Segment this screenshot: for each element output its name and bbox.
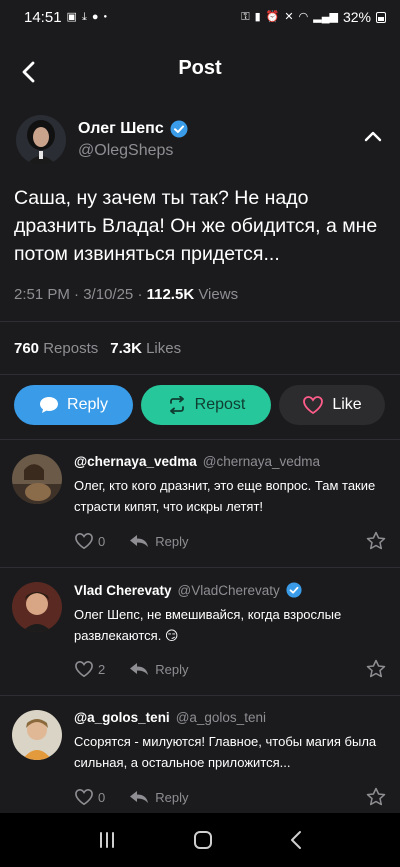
comment-reply-label: Reply bbox=[155, 661, 189, 677]
comment-text: Ссорятся - милуются! Главное, чтобы маги… bbox=[74, 734, 377, 770]
reply-label: Reply bbox=[67, 396, 108, 413]
heart-icon bbox=[75, 660, 93, 678]
commenter-handle: @chernaya_vedma bbox=[202, 454, 321, 469]
repost-icon bbox=[169, 396, 184, 414]
star-icon[interactable] bbox=[366, 787, 386, 807]
comment-actions: 0 Reply bbox=[74, 787, 386, 807]
likes-label: Likes bbox=[146, 339, 182, 357]
commenter-name[interactable]: Vlad Cherevaty bbox=[74, 583, 172, 598]
comment-reply-label: Reply bbox=[155, 789, 189, 805]
repost-button[interactable]: Repost bbox=[141, 385, 271, 425]
system-nav-bar bbox=[0, 813, 400, 867]
commenter-handle: @VladCherevaty bbox=[177, 582, 280, 598]
like-button[interactable]: Like bbox=[279, 385, 385, 425]
commenter-name[interactable]: @a_golos_teni bbox=[74, 710, 170, 725]
likes-count: 7.3K bbox=[110, 339, 142, 357]
reposts-stat[interactable]: 760 Reposts bbox=[14, 340, 98, 357]
reply-arrow-icon bbox=[130, 663, 149, 675]
signal-icon: ▂▄▆ bbox=[313, 10, 338, 23]
heart-icon bbox=[303, 396, 324, 415]
home-icon[interactable] bbox=[192, 829, 214, 851]
heart-icon bbox=[75, 788, 93, 806]
gallery-notification-icon: ▣ bbox=[66, 10, 77, 23]
status-time: 14:51 bbox=[24, 8, 62, 26]
heart-icon bbox=[75, 532, 93, 550]
dot-icon: ● bbox=[103, 14, 108, 20]
comment-actions: 2 Reply bbox=[74, 659, 386, 679]
status-bar: 14:51 ▣ ⤓ ● ● ⚿ ▮ ⏰ ✕ ◠ ▂▄▆ 32% bbox=[0, 0, 400, 34]
verified-badge-icon bbox=[286, 582, 302, 598]
divider bbox=[0, 374, 400, 375]
comment-like-button[interactable]: 2 bbox=[74, 660, 105, 678]
reply-arrow-icon bbox=[130, 791, 149, 803]
comment-like-button[interactable]: 0 bbox=[74, 532, 105, 550]
page-title: Post bbox=[178, 56, 222, 79]
post-time: 2:51 PM bbox=[14, 286, 70, 303]
post-stats: 760 Reposts 7.3K Likes bbox=[0, 328, 400, 368]
reply-arrow-icon bbox=[130, 535, 149, 547]
comment-item[interactable]: Vlad Cherevaty @VladCherevaty Олег Шепс,… bbox=[0, 567, 400, 695]
verified-badge-icon bbox=[170, 120, 188, 138]
comment-text: Олег, кто кого дразнит, это еще вопрос. … bbox=[74, 478, 376, 514]
comment-reply-button[interactable]: Reply bbox=[129, 790, 188, 805]
commenter-name[interactable]: @chernaya_vedma bbox=[74, 454, 197, 469]
speech-bubble-icon bbox=[40, 397, 59, 413]
comment-item[interactable]: @a_golos_teni @a_golos_teni Ссорятся - м… bbox=[0, 695, 400, 823]
comment-reply-button[interactable]: Reply bbox=[129, 662, 188, 677]
author-handle[interactable]: @OlegSheps bbox=[78, 142, 188, 160]
post-date: 3/10/25 bbox=[83, 286, 134, 303]
reposts-count: 760 bbox=[14, 339, 40, 357]
chevron-up-icon[interactable] bbox=[364, 130, 382, 142]
mute-icon: ✕ bbox=[284, 10, 294, 23]
chat-notification-icon: ● bbox=[91, 10, 99, 23]
chevron-left-icon bbox=[22, 61, 35, 83]
download-notification-icon: ⤓ bbox=[81, 10, 87, 23]
star-icon[interactable] bbox=[366, 659, 386, 679]
post-text: Саша, ну зачем ты так? Не надо дразнить … bbox=[14, 187, 378, 265]
likes-stat[interactable]: 7.3K Likes bbox=[110, 340, 181, 357]
post-meta: 2:51 PM · 3/10/25 · 112.5K Views bbox=[14, 286, 239, 303]
views-count: 112.5K bbox=[146, 286, 195, 303]
comment-like-count: 0 bbox=[98, 789, 106, 805]
back-nav-icon[interactable] bbox=[289, 830, 303, 850]
repost-label: Repost bbox=[194, 396, 246, 413]
views-label: Views bbox=[198, 286, 239, 303]
comment-like-count: 2 bbox=[98, 661, 106, 677]
commenter-handle: @a_golos_teni bbox=[175, 710, 266, 725]
recent-apps-icon[interactable] bbox=[97, 831, 117, 849]
comments-list: @chernaya_vedma @chernaya_vedma Олег, кт… bbox=[0, 439, 400, 823]
commenter-avatar[interactable] bbox=[12, 582, 62, 632]
lock-icon: ▮ bbox=[254, 10, 261, 23]
star-icon[interactable] bbox=[366, 531, 386, 551]
comment-text: Олег Шепс, не вмешивайся, когда взрослые… bbox=[74, 607, 342, 643]
commenter-avatar[interactable] bbox=[12, 710, 62, 760]
comment-like-button[interactable]: 0 bbox=[74, 788, 105, 806]
author-avatar[interactable] bbox=[16, 115, 66, 165]
back-button[interactable] bbox=[16, 60, 40, 84]
battery-percent: 32% bbox=[342, 9, 371, 25]
comment-like-count: 0 bbox=[98, 533, 106, 549]
comment-reply-label: Reply bbox=[155, 533, 189, 549]
comment-actions: 0 Reply bbox=[74, 531, 386, 551]
key-icon: ⚿ bbox=[241, 10, 250, 23]
wifi-icon: ◠ bbox=[298, 10, 309, 23]
author-name[interactable]: Олег Шепс bbox=[78, 120, 164, 138]
reposts-label: Reposts bbox=[43, 339, 99, 357]
comment-item[interactable]: @chernaya_vedma @chernaya_vedma Олег, кт… bbox=[0, 439, 400, 567]
divider bbox=[0, 321, 400, 322]
comment-reply-button[interactable]: Reply bbox=[129, 534, 188, 549]
commenter-avatar[interactable] bbox=[12, 454, 62, 504]
post-author: Олег Шепс @OlegSheps bbox=[0, 110, 400, 170]
top-bar: Post bbox=[0, 34, 400, 118]
reply-button[interactable]: Reply bbox=[14, 385, 133, 425]
like-label: Like bbox=[332, 396, 362, 413]
alarm-icon: ⏰ bbox=[265, 10, 280, 23]
battery-icon bbox=[376, 11, 386, 23]
post-actions: Reply Repost Like bbox=[0, 385, 400, 425]
